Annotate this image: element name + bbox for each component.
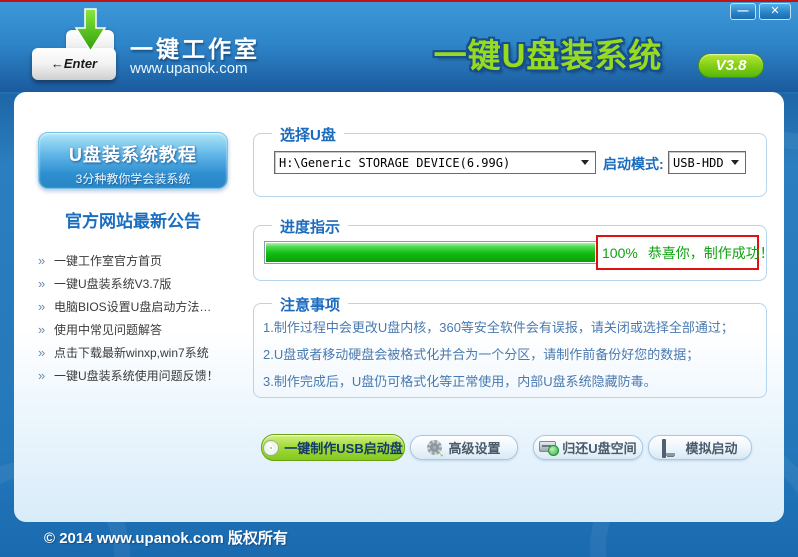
window-top-border <box>0 0 798 2</box>
sidebar-link-label: 一键U盘装系统V3.7版 <box>54 277 172 291</box>
chevron-bullet-icon: » <box>38 368 46 383</box>
sidebar-link-label: 一键工作室官方首页 <box>54 254 163 268</box>
boot-mode-select[interactable]: USB-HDD <box>668 151 746 174</box>
progress-section: 进度指示 100% 恭喜你，制作成功！ <box>253 216 774 281</box>
notice-item: 1.制作过程中会更改U盘内核，360等安全软件会有误报，请关闭或选择全部通过； <box>263 320 734 335</box>
sidebar-link-download[interactable]: » 点击下载最新winxp,win7系统 <box>36 341 246 364</box>
progress-percent: 100% <box>602 244 638 261</box>
advanced-settings-button[interactable]: → 高级设置 <box>410 435 518 461</box>
app-title: 一键U盘装系统 <box>433 37 663 74</box>
create-usb-button[interactable]: 一键制作USB启动盘 <box>261 434 405 461</box>
advanced-settings-label: 高级设置 <box>448 441 501 456</box>
notice-item: 2.U盘或者移动硬盘会被格式化并合为一个分区，请制作前备份好您的数据； <box>263 347 700 362</box>
device-select-value: H:\Generic STORAGE DEVICE(6.99G) <box>279 155 511 170</box>
progress-bar <box>264 241 597 264</box>
green-download-arrow-icon <box>74 8 107 53</box>
progress-fill <box>266 243 595 262</box>
sidebar-link-label: 一键U盘装系统使用问题反馈！ <box>54 369 219 383</box>
close-button[interactable]: ✕ <box>759 3 791 20</box>
announcement-links: » 一键工作室官方首页 » 一键U盘装系统V3.7版 » 电脑BIOS设置U盘启… <box>36 249 246 387</box>
simulate-boot-button[interactable]: 模拟启动 <box>648 435 752 460</box>
tutorial-button-title: U盘装系统教程 <box>69 145 197 165</box>
chevron-down-icon <box>581 160 589 165</box>
copyright-text: © 2014 www.upanok.com 版权所有 <box>44 530 288 547</box>
sidebar-link-faq[interactable]: » 使用中常见问题解答 <box>36 318 246 341</box>
chevron-bullet-icon: » <box>38 322 46 337</box>
notice-section: 注意事项 1.制作过程中会更改U盘内核，360等安全软件会有误报，请关闭或选择全… <box>253 294 767 398</box>
success-message-box: 100% 恭喜你，制作成功！ <box>596 235 774 270</box>
gear-icon: → <box>427 440 449 461</box>
boot-mode-value: USB-HDD <box>673 155 724 170</box>
header: ←Enter 一键工作室 www.upanok.com 一键U盘装系统 V3.8 <box>0 2 798 92</box>
announcements-heading: 官方网站最新公告 <box>65 212 201 231</box>
tutorial-button[interactable]: U盘装系统教程 3分种教你学会装系统 <box>38 132 228 189</box>
create-usb-button-label: 一键制作USB启动盘 <box>284 441 403 456</box>
enter-key-logo: ←Enter <box>28 8 128 90</box>
sidebar-link-v37[interactable]: » 一键U盘装系统V3.7版 <box>36 272 246 295</box>
chevron-bullet-icon: » <box>38 299 46 314</box>
device-select[interactable]: H:\Generic STORAGE DEVICE(6.99G) <box>274 151 596 174</box>
restore-space-label: 归还U盘空间 <box>562 441 637 456</box>
close-icon: ✕ <box>770 5 780 17</box>
sidebar-link-bios[interactable]: » 电脑BIOS设置U盘启动方法… <box>36 295 246 318</box>
chevron-bullet-icon: » <box>38 345 46 360</box>
minimize-icon: — <box>737 5 749 17</box>
sidebar-link-feedback[interactable]: » 一键U盘装系统使用问题反馈！ <box>36 364 246 387</box>
version-badge: V3.8 <box>698 53 764 78</box>
chevron-down-icon <box>731 160 739 165</box>
success-message: 恭喜你，制作成功！ <box>647 244 774 261</box>
notice-item: 3.制作完成后，U盘仍可格式化等正常使用，内部U盘系统隐藏防毒。 <box>263 374 657 389</box>
chevron-bullet-icon: » <box>38 253 46 268</box>
simulate-boot-label: 模拟启动 <box>685 441 738 456</box>
boot-mode-label: 启动模式: <box>603 156 664 172</box>
sidebar-link-label: 使用中常见问题解答 <box>54 323 163 337</box>
minimize-button[interactable]: — <box>730 3 756 20</box>
studio-website: www.upanok.com <box>130 60 248 77</box>
restore-space-button[interactable]: 归还U盘空间 <box>533 435 643 460</box>
select-disk-section: 选择U盘 H:\Generic STORAGE DEVICE(6.99G) 启动… <box>253 124 767 197</box>
drive-globe-icon <box>539 440 560 456</box>
sidebar-link-label: 点击下载最新winxp,win7系统 <box>54 346 209 360</box>
notice-legend: 注意事项 <box>272 294 349 315</box>
sidebar-link-label: 电脑BIOS设置U盘启动方法… <box>54 300 212 314</box>
chevron-bullet-icon: » <box>38 276 46 291</box>
progress-legend: 进度指示 <box>272 216 349 237</box>
tutorial-button-subtitle: 3分种教你学会装系统 <box>75 172 191 186</box>
cd-disc-icon <box>263 439 280 456</box>
sidebar-link-home[interactable]: » 一键工作室官方首页 <box>36 249 246 272</box>
gear-arrow-icon: → <box>434 446 449 461</box>
monitor-icon <box>662 438 679 458</box>
studio-name: 一键工作室 <box>130 36 260 62</box>
select-disk-legend: 选择U盘 <box>272 124 344 145</box>
